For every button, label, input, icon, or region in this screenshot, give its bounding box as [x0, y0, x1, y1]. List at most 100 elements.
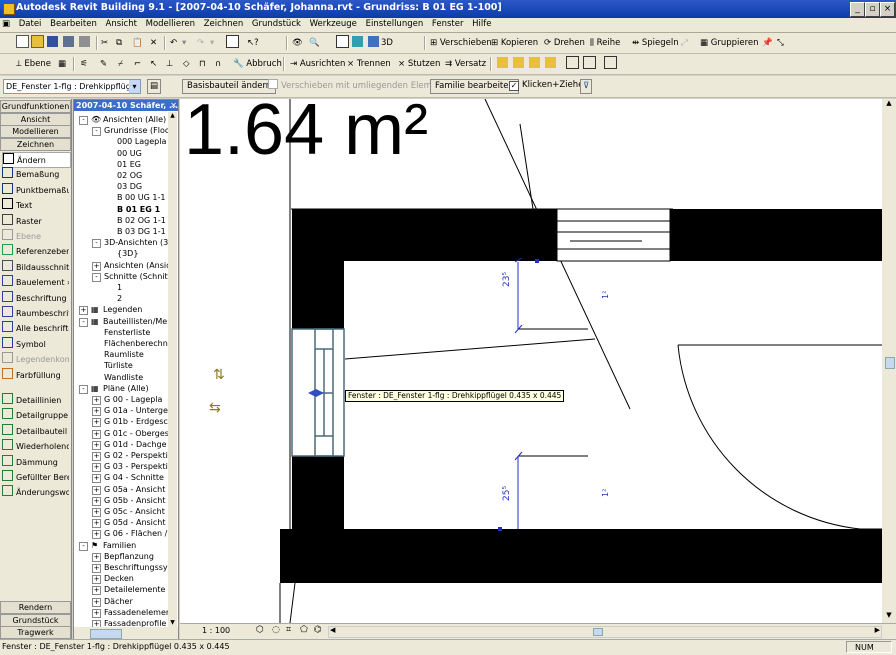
collapse-icon[interactable]: -	[92, 239, 101, 249]
browser-node[interactable]: Legenden	[103, 304, 142, 315]
drehen-button[interactable]: ⟳ Drehen	[544, 35, 585, 51]
designbar-tab-bottom-2[interactable]: Tragwerk	[0, 626, 71, 639]
redo-dropdown-icon[interactable]: ▾	[210, 35, 214, 51]
tool-symbol[interactable]: Symbol	[2, 336, 69, 351]
expand-icon[interactable]: +	[92, 496, 101, 506]
offset-icon[interactable]: ↖	[150, 56, 157, 72]
browser-node[interactable]: Pläne (Alle)	[103, 383, 149, 394]
abbruch-button[interactable]: 🔧 Abbruch	[233, 56, 282, 72]
browser-node[interactable]: 03 DG	[117, 181, 142, 192]
designbar-tab-bottom-0[interactable]: Rendern	[0, 601, 71, 614]
expand-icon[interactable]: +	[92, 418, 101, 428]
browser-node[interactable]: Fassadenprofile	[104, 618, 166, 627]
canvas-hscroll-thumb[interactable]	[593, 628, 603, 636]
browser-node[interactable]: G 01b - Erdgesc	[104, 416, 168, 427]
resize-icon[interactable]: ⤢	[681, 35, 688, 51]
detail-tool-4-icon[interactable]	[545, 56, 558, 72]
browser-node[interactable]: 02 OG	[117, 170, 142, 181]
delete-icon[interactable]: ✕	[150, 35, 157, 51]
browser-node[interactable]: Fensterliste	[104, 327, 150, 338]
copy-icon[interactable]: ⧉	[116, 35, 122, 51]
browser-node[interactable]: B 03 DG 1-1	[117, 226, 166, 237]
expand-icon[interactable]: +	[92, 508, 101, 517]
browser-node[interactable]: Ansichten (Alle)	[103, 114, 166, 125]
browser-node[interactable]: G 03 - Perspekti	[104, 461, 168, 472]
designbar-tab-0[interactable]: Grundfunktionen	[0, 100, 71, 113]
browser-node[interactable]: Bauteillisten/Men	[103, 316, 168, 327]
browser-node[interactable]: G 02 - Perspekti	[104, 450, 168, 461]
edit-icon[interactable]: ✎	[100, 56, 107, 72]
visibility-icon[interactable]: 👁	[292, 35, 303, 51]
detail-tool-3-icon[interactable]	[529, 56, 542, 72]
expand-icon[interactable]: +	[92, 440, 101, 450]
print-icon[interactable]	[79, 35, 92, 51]
scroll-right-icon[interactable]: ▶	[875, 626, 880, 634]
tool-tag-all[interactable]: Alle beschriften	[2, 321, 69, 335]
crop-view-icon[interactable]: ⌗	[286, 625, 291, 635]
browser-node[interactable]: 3D-Ansichten (3D	[104, 237, 168, 248]
hide-isolate-icon[interactable]: ⌬	[314, 625, 322, 635]
tool-grid[interactable]: Raster	[2, 213, 69, 228]
tool-repeating-detail[interactable]: Wiederholende	[2, 439, 69, 453]
sill-height-lower[interactable]: 1²	[601, 489, 610, 497]
canvas-vscrollbar[interactable]: ▲ ▼	[882, 99, 896, 623]
canvas-hscrollbar[interactable]: ◀ ▶	[328, 626, 882, 638]
browser-node[interactable]: G 06 - Flächen /	[104, 528, 167, 539]
tool-tag[interactable]: Beschriftung »	[2, 290, 69, 305]
tool-level[interactable]: Ebene	[2, 229, 69, 243]
split-icon[interactable]: ⌿	[118, 56, 123, 72]
browser-node[interactable]: 00 UG	[117, 148, 142, 159]
designbar-tab-2[interactable]: Modellieren	[0, 125, 71, 138]
browser-node[interactable]: G 01c - Oberges	[104, 428, 168, 439]
browser-node[interactable]: 2	[117, 293, 122, 304]
browser-node[interactable]: G 04 - Schnitte	[104, 472, 164, 483]
browser-node[interactable]: Detailelemente	[104, 584, 165, 595]
tool-color-fill[interactable]: Farbfüllung	[2, 367, 69, 382]
browser-node[interactable]: Wandliste	[104, 372, 143, 383]
browser-node[interactable]: G 05a - Ansicht	[104, 484, 165, 495]
collapse-icon[interactable]: -	[79, 317, 88, 327]
close-button[interactable]: ×	[880, 2, 895, 17]
expand-icon[interactable]: +	[92, 620, 101, 627]
flip-horizontal-icon[interactable]: ⇆	[209, 400, 221, 416]
wall-north-left[interactable]	[292, 209, 557, 261]
expand-icon[interactable]: +	[79, 306, 88, 316]
open-icon[interactable]	[31, 35, 46, 51]
grid-icon[interactable]: ▦	[58, 56, 66, 72]
drawing-canvas[interactable]: ⇅ ⇆ 1.64 m² 23⁵ 25⁵ 1² 1² Fenster : DE_F…	[180, 99, 882, 623]
close-icon[interactable]: ✕	[170, 100, 177, 111]
browser-node[interactable]: Schnitte (Schnitt	[104, 271, 168, 282]
save-all-icon[interactable]	[63, 35, 76, 51]
versatz-button[interactable]: ⇉ Versatz	[445, 56, 486, 72]
cut-icon[interactable]: ✂	[101, 35, 108, 51]
designbar-tab-bottom-1[interactable]: Grundstück	[0, 613, 71, 627]
browser-node[interactable]: 1	[117, 282, 122, 293]
view-scale[interactable]: 1 : 100	[202, 626, 230, 635]
tool-spot-dimension[interactable]: Punktbemaßung	[2, 182, 69, 197]
tool-component[interactable]: Bauelement »	[2, 275, 69, 289]
expand-icon[interactable]: +	[92, 519, 101, 529]
wall-west-lower[interactable]	[292, 456, 344, 530]
menu-grundstueck[interactable]: Grundstück	[249, 18, 304, 31]
menu-modellieren[interactable]: Modellieren	[143, 18, 198, 31]
area-label[interactable]: 1.64 m²	[184, 99, 428, 175]
menu-einstellungen[interactable]: Einstellungen	[363, 18, 427, 31]
tool-detail-component[interactable]: Detailbauteil	[2, 423, 69, 438]
shading-icon[interactable]	[352, 35, 365, 51]
browser-node[interactable]: G 05c - Ansicht	[104, 506, 165, 517]
trim-icon[interactable]: ⌐	[134, 56, 141, 72]
pin-icon[interactable]: 📌	[762, 35, 773, 51]
properties-button[interactable]: ▤	[147, 79, 162, 94]
filter-icon[interactable]: ⚟	[80, 56, 88, 72]
browser-node[interactable]: G 01a - Unterge	[104, 405, 168, 416]
minimize-button[interactable]: _	[850, 2, 865, 17]
expand-icon[interactable]: +	[92, 586, 101, 596]
detail-tool-5-icon[interactable]	[566, 56, 581, 72]
verschieben-button[interactable]: ⊞ Verschieben	[430, 35, 492, 51]
tool-room-tag[interactable]: Raumbeschrift.	[2, 306, 69, 320]
sill-height-upper[interactable]: 1²	[601, 291, 610, 299]
expand-icon[interactable]: +	[92, 474, 101, 484]
expand-icon[interactable]: +	[92, 396, 101, 405]
tool-dimension[interactable]: Bemaßung	[2, 167, 69, 181]
browser-hscrollbar[interactable]	[74, 627, 178, 639]
